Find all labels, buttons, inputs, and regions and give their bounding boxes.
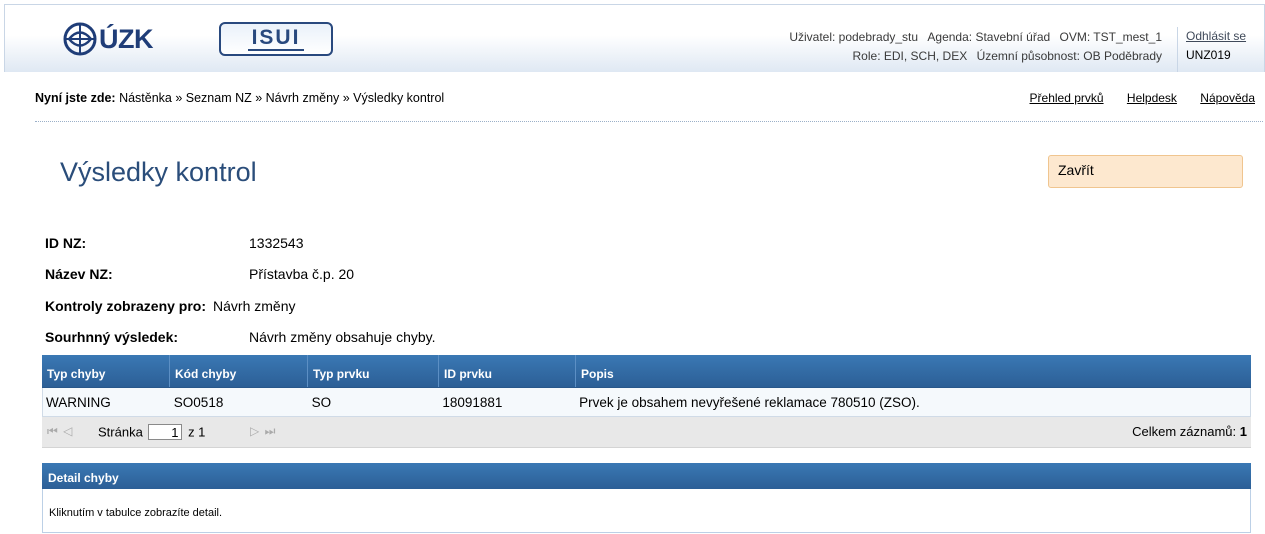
error-detail-body: Kliknutím v tabulce zobrazíte detail. xyxy=(42,489,1251,533)
cuzk-emblem-icon xyxy=(63,22,97,56)
top-links: Přehled prvků Helpdesk Nápověda xyxy=(1010,91,1255,105)
breadcrumb-label: Nyní jste zde: xyxy=(35,91,116,105)
error-detail-title: Detail chyby xyxy=(42,463,1251,489)
info-value: 1332543 xyxy=(249,235,304,251)
info-key: Kontroly zobrazeny pro: xyxy=(45,298,207,314)
errors-grid: Typ chyby Kód chyby Typ prvku ID prvku P… xyxy=(42,355,1251,448)
pager-page-label: Stránka xyxy=(98,424,143,440)
isui-logo-text: ISUI xyxy=(247,27,305,51)
pager-of-label: z 1 xyxy=(188,424,206,440)
grid-pager: ⏮︎ ◁ Stránka z 1 ▷ ⏭︎ Celkem záznamů: 1 xyxy=(42,417,1251,448)
breadcrumb: Nyní jste zde: Nástěnka » Seznam NZ » Ná… xyxy=(35,91,1263,122)
user-territory: Územní působnost: OB Poděbrady xyxy=(976,49,1162,63)
cell-error-code: SO0518 xyxy=(173,395,224,410)
cell-error-type: WARNING xyxy=(46,395,111,410)
page-title: Výsledky kontrol xyxy=(60,157,257,187)
column-header-element-id[interactable]: ID prvku xyxy=(439,355,576,387)
column-header-error-type[interactable]: Typ chyby xyxy=(42,355,170,387)
pager-next-last-icons[interactable]: ▷ ⏭︎ xyxy=(250,424,276,439)
user-agenda: Agenda: Stavební úřad xyxy=(927,30,1051,44)
isui-logo[interactable]: ISUI xyxy=(219,22,333,56)
info-value: Návrh změny obsahuje chyby. xyxy=(249,329,436,345)
breadcrumb-path[interactable]: Nástěnka » Seznam NZ » Návrh změny » Výs… xyxy=(119,91,444,105)
app-header: ÚZK ISUI Uživatel: podebrady_stu Agenda:… xyxy=(4,4,1265,72)
info-key: ID NZ: xyxy=(45,235,87,251)
column-header-element-type[interactable]: Typ prvku xyxy=(308,355,439,387)
element-overview-link[interactable]: Přehled prvků xyxy=(1030,91,1104,105)
user-role: Role: EDI, SCH, DEX xyxy=(852,49,968,63)
cell-element-id: 18091881 xyxy=(442,395,503,410)
info-row-summary: Sourhnný výsledek: Návrh změny obsahuje c… xyxy=(45,329,436,345)
logout-link[interactable]: Odhlásit se xyxy=(1186,29,1246,43)
user-info: Uživatel: podebrady_stu Agenda: Stavební… xyxy=(783,28,1162,66)
pager-total-label: Celkem záznamů: xyxy=(1132,424,1237,439)
cuzk-logo[interactable]: ÚZK xyxy=(63,19,154,59)
user-name: Uživatel: podebrady_stu xyxy=(789,30,919,44)
close-button[interactable]: Zavřít xyxy=(1048,155,1243,188)
help-link[interactable]: Nápověda xyxy=(1200,91,1255,105)
grid-header: Typ chyby Kód chyby Typ prvku ID prvku P… xyxy=(42,355,1251,388)
table-row[interactable]: WARNING SO0518 SO 18091881 Prvek je obsa… xyxy=(42,388,1251,417)
cell-description: Prvek je obsahem nevyřešené reklamace 78… xyxy=(579,395,920,410)
helpdesk-link[interactable]: Helpdesk xyxy=(1127,91,1177,105)
error-detail-panel: Detail chyby Kliknutím v tabulce zobrazí… xyxy=(42,463,1251,533)
pager-total-value: 1 xyxy=(1239,424,1247,439)
screen-code: UNZ019 xyxy=(1186,48,1231,62)
user-ovm: OVM: TST_mest_1 xyxy=(1059,30,1162,44)
info-row-checks-for: Kontroly zobrazeny pro: Návrh změny xyxy=(45,298,295,314)
cuzk-logo-text: ÚZK xyxy=(99,23,154,54)
column-header-error-code[interactable]: Kód chyby xyxy=(170,355,308,387)
info-row-id: ID NZ: 1332543 xyxy=(45,235,304,251)
info-value: Přístavba č.p. 20 xyxy=(249,266,355,282)
info-row-name: Název NZ: Přístavba č.p. 20 xyxy=(45,266,354,282)
pager-page-input[interactable] xyxy=(148,424,183,440)
column-header-description[interactable]: Popis xyxy=(576,355,1251,387)
pager-first-prev-icons[interactable]: ⏮︎ ◁ xyxy=(47,424,73,439)
info-key: Sourhnný výsledek: xyxy=(45,329,179,345)
info-key: Název NZ: xyxy=(45,266,113,282)
cell-element-type: SO xyxy=(311,395,332,410)
info-value: Návrh změny xyxy=(213,298,296,314)
pager-page: Stránka z 1 xyxy=(98,424,205,440)
pager-total: Celkem záznamů: 1 xyxy=(1132,424,1247,439)
user-side-panel: Odhlásit se UNZ019 xyxy=(1177,27,1265,72)
